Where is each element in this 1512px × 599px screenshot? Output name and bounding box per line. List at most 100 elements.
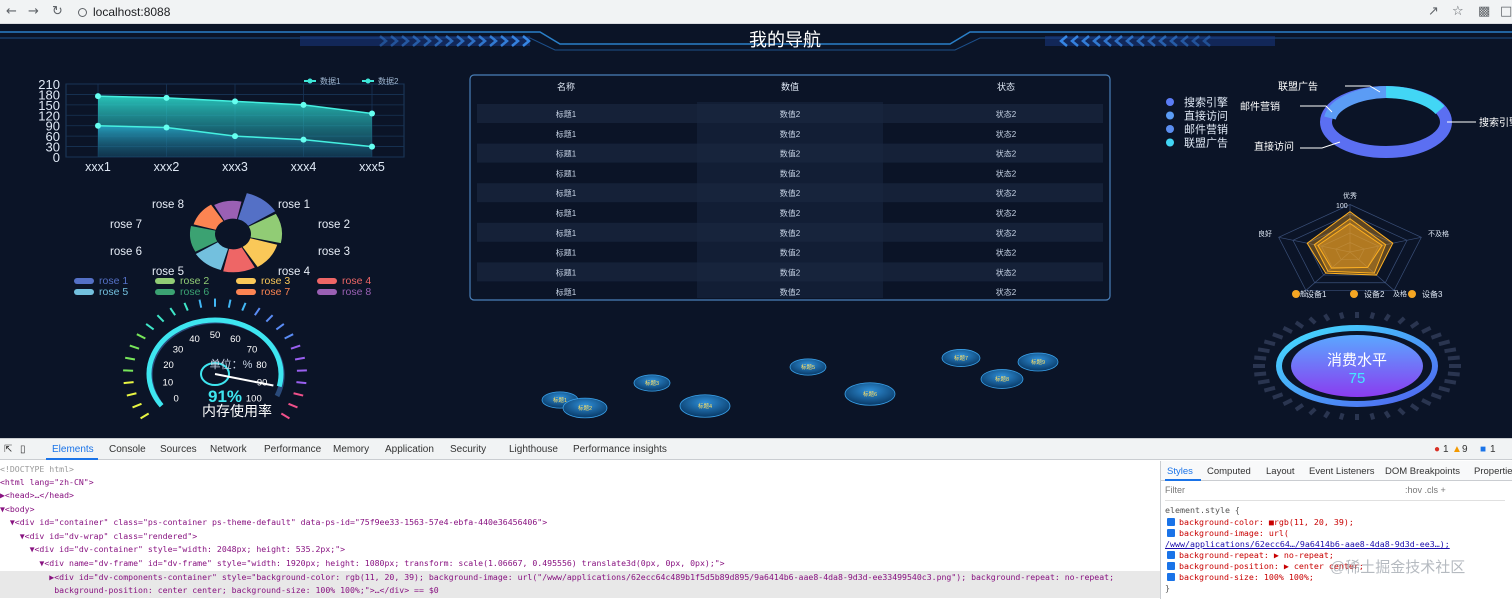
area-chart: 0306090120150180210xxx1xxx2xxx3xxx4xxx5数…: [38, 76, 404, 174]
checkbox-icon[interactable]: [1167, 551, 1175, 559]
outer-tick: [1258, 381, 1269, 383]
dom-line-selected-cont[interactable]: background-position: center center; back…: [0, 584, 1160, 598]
checkbox-icon[interactable]: [1167, 562, 1175, 570]
extension-icon[interactable]: ▩: [1478, 4, 1490, 19]
device-toggle-icon[interactable]: ▯: [20, 444, 26, 455]
radar-indicator: 及格: [1393, 289, 1407, 298]
dom-line[interactable]: ▼<div id="dv-container" style="width: 20…: [0, 543, 1160, 557]
table-cell: 标题1: [556, 267, 577, 277]
legend-swatch: [74, 278, 94, 284]
checkbox-icon[interactable]: [1167, 573, 1175, 581]
arrow-left-icon[interactable]: ←: [6, 4, 17, 19]
data-point: [164, 124, 170, 130]
gauge-outer-tick: [255, 308, 260, 315]
styles-pane: Styles Computed Layout Event Listeners D…: [1160, 461, 1512, 599]
outer-tick: [1439, 388, 1450, 391]
tab-dom-breakpoints[interactable]: DOM Breakpoints: [1385, 466, 1460, 477]
radar-chart: 优秀不及格及格一般良好100设备1设备2设备3: [1258, 191, 1449, 299]
table-cell: 状态2: [996, 109, 1017, 119]
tab-network[interactable]: Network: [210, 444, 247, 455]
outer-tick: [1399, 318, 1404, 323]
legend-swatch: [155, 278, 175, 284]
radar-indicator: 优秀: [1343, 191, 1357, 200]
table-header: 状态: [997, 81, 1015, 92]
radar-tick: 100: [1336, 203, 1348, 210]
gauge-tick-label: 60: [230, 334, 241, 345]
dom-line-selected[interactable]: ▶<div id="dv-components-container" style…: [0, 571, 1160, 585]
y-tick-label: 210: [38, 77, 60, 92]
legend-dot: [1166, 139, 1174, 147]
gauge-outer-tick: [289, 404, 298, 408]
dom-line[interactable]: <html lang="zh-CN">: [0, 476, 1160, 490]
dom-line[interactable]: ▶<head>…</head>: [0, 489, 1160, 503]
styles-filter-input[interactable]: Filter :hov .cls +: [1165, 485, 1505, 501]
filter-tools[interactable]: :hov .cls +: [1405, 485, 1446, 495]
outer-tick: [1431, 394, 1441, 398]
reload-icon[interactable]: ↻: [52, 4, 63, 19]
error-icon[interactable]: ●: [1434, 444, 1440, 455]
outer-tick: [1431, 334, 1441, 338]
legend-label: rose 6: [180, 286, 209, 298]
style-rule[interactable]: background-repeat: ▶ no-repeat;: [1167, 550, 1334, 560]
callout-label: 联盟广告: [1278, 80, 1318, 93]
checkbox-icon[interactable]: [1167, 518, 1175, 526]
checkbox-icon[interactable]: [1167, 529, 1175, 537]
table-cell: 标题1: [556, 248, 577, 258]
tab-performance[interactable]: Performance: [264, 444, 321, 455]
gauge-tick-label: 70: [247, 345, 258, 356]
dom-line[interactable]: <!DOCTYPE html>: [0, 463, 1160, 477]
style-rule[interactable]: background-color: ■rgb(11, 20, 39);: [1167, 517, 1354, 527]
dom-line[interactable]: ▼<div id="container" class="ps-container…: [0, 516, 1160, 530]
dom-line[interactable]: ▼<div id="dv-wrap" class="rendered">: [0, 530, 1160, 544]
style-url-link[interactable]: /www/applications/62ecc64…/9a6414b6-aae8…: [1165, 539, 1450, 549]
error-count[interactable]: 1: [1443, 444, 1449, 455]
tab-event-listeners[interactable]: Event Listeners: [1309, 466, 1374, 477]
table-cell: 状态2: [996, 129, 1017, 139]
x-tick-label: xxx5: [359, 160, 385, 174]
info-count[interactable]: 1: [1490, 444, 1496, 455]
gauge-outer-tick: [157, 315, 163, 321]
outer-tick: [1385, 315, 1389, 321]
donut-chart: 搜索引擎直接访问邮件营销联盟广告联盟广告邮件营销搜索引擎直接访问: [1166, 80, 1512, 153]
tab-properties[interactable]: Properties: [1474, 466, 1512, 477]
dom-line[interactable]: ▼<body>: [0, 503, 1160, 517]
tab-security[interactable]: Security: [450, 444, 486, 455]
info-icon[interactable]: ■: [1480, 444, 1486, 455]
tab-memory[interactable]: Memory: [333, 444, 369, 455]
address-bar[interactable]: localhost:8088: [78, 3, 1418, 21]
inspect-icon[interactable]: ⇱: [4, 444, 12, 455]
menu-icon[interactable]: □: [1500, 4, 1512, 19]
tab-performance-insights[interactable]: Performance insights: [573, 444, 667, 455]
style-rule[interactable]: background-size: 100% 100%;: [1167, 572, 1314, 582]
outer-tick: [1448, 358, 1460, 359]
consumption-value: 75: [1349, 370, 1366, 387]
table-cell: 状态2: [996, 287, 1017, 297]
gauge-outer-tick: [266, 315, 272, 321]
info-icon[interactable]: [78, 8, 87, 17]
data-point: [369, 144, 375, 150]
tab-application[interactable]: Application: [385, 444, 434, 455]
warning-icon[interactable]: ▲: [1452, 444, 1462, 455]
tab-elements[interactable]: Elements: [52, 444, 94, 455]
dom-line[interactable]: ▼<div name="dv-frame" id="dv-frame" styl…: [0, 557, 1160, 571]
arrow-right-icon[interactable]: →: [28, 4, 39, 19]
gauge-outer-tick: [200, 300, 202, 308]
star-icon[interactable]: ☆: [1452, 4, 1464, 19]
share-icon[interactable]: ↗: [1428, 4, 1439, 19]
tab-computed[interactable]: Computed: [1207, 466, 1251, 477]
styles-tabbar: Styles Computed Layout Event Listeners D…: [1161, 461, 1512, 481]
outer-tick: [1422, 328, 1430, 332]
donut-segment: [1330, 92, 1386, 118]
tab-layout[interactable]: Layout: [1266, 466, 1295, 477]
table-cell: 标题1: [556, 188, 577, 198]
warning-count[interactable]: 9: [1462, 444, 1468, 455]
tab-lighthouse[interactable]: Lighthouse: [509, 444, 558, 455]
tab-styles[interactable]: Styles: [1167, 466, 1193, 477]
tab-console[interactable]: Console: [109, 444, 146, 455]
table-header: 数值: [781, 81, 799, 92]
tab-sources[interactable]: Sources: [160, 444, 197, 455]
style-rule[interactable]: background-image: url(: [1167, 528, 1289, 538]
radar-indicator: 良好: [1258, 229, 1272, 238]
elements-tree[interactable]: <!DOCTYPE html> <html lang="zh-CN"> ▶<he…: [0, 461, 1160, 599]
devtools-tabbar: ⇱ ▯ Elements Console Sources Network Per…: [0, 439, 1512, 460]
